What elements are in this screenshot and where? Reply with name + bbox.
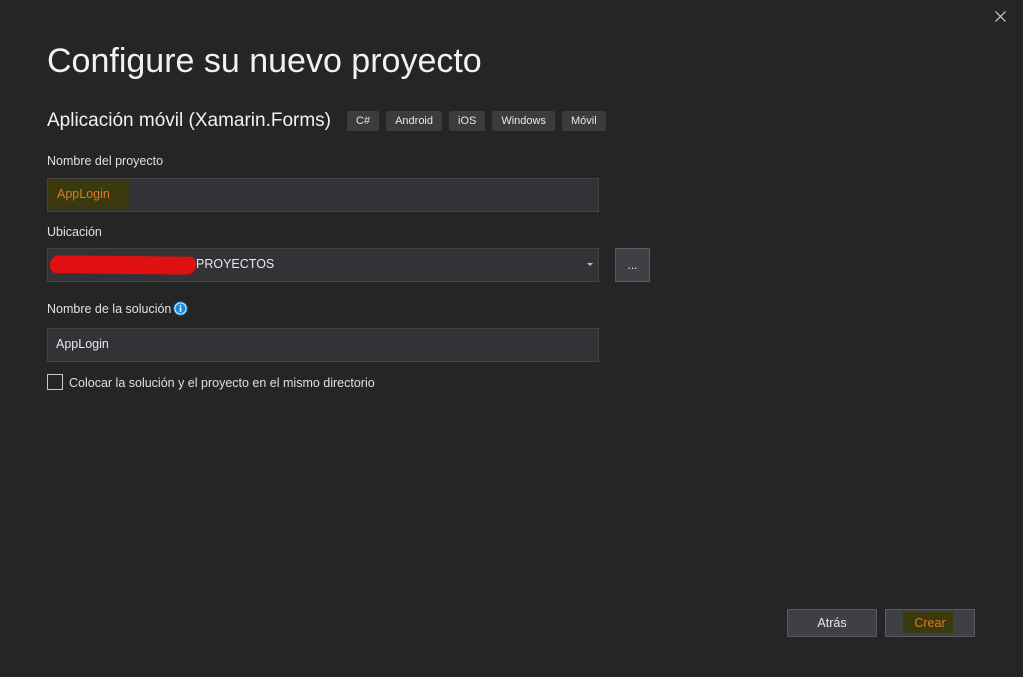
solution-name-value: AppLogin <box>56 337 109 351</box>
same-directory-checkbox[interactable] <box>47 374 63 390</box>
template-name: Aplicación móvil (Xamarin.Forms) <box>47 110 332 131</box>
project-name-input[interactable]: AppLogin <box>47 178 599 212</box>
back-button-label: Atrás <box>817 616 847 630</box>
tag-ios: iOS <box>449 111 486 131</box>
template-tags: C# Android iOS Windows Móvil <box>347 111 613 131</box>
tag-csharp: C# <box>347 111 380 131</box>
configure-project-dialog: Configure su nuevo proyecto Aplicación m… <box>0 0 1023 677</box>
browse-button[interactable]: ... <box>615 248 650 282</box>
same-directory-label[interactable]: Colocar la solución y el proyecto en el … <box>69 376 375 390</box>
template-header: Aplicación móvil (Xamarin.Forms) C# Andr… <box>47 110 613 132</box>
tag-mobile: Móvil <box>561 111 606 131</box>
close-button[interactable] <box>990 6 1010 26</box>
redaction-mark <box>49 255 197 275</box>
solution-name-input[interactable]: AppLogin <box>47 328 599 362</box>
create-button-label: Crear <box>914 616 946 630</box>
location-combobox[interactable]: PROYECTOS <box>47 248 599 282</box>
location-value: PROYECTOS <box>196 257 275 271</box>
chevron-down-icon[interactable] <box>587 263 593 266</box>
project-name-value: AppLogin <box>57 187 110 201</box>
info-icon[interactable] <box>173 301 188 316</box>
close-icon <box>994 10 1006 22</box>
create-button[interactable]: Crear <box>885 609 975 637</box>
project-name-label: Nombre del proyecto <box>47 154 164 168</box>
tag-windows: Windows <box>492 111 555 131</box>
solution-name-label: Nombre de la solución <box>47 302 172 316</box>
location-label: Ubicación <box>47 225 102 239</box>
tag-android: Android <box>386 111 442 131</box>
page-title: Configure su nuevo proyecto <box>47 42 482 80</box>
back-button[interactable]: Atrás <box>787 609 877 637</box>
